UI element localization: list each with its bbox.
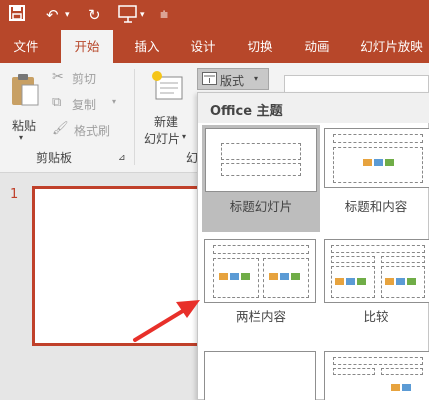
quick-access-toolbar: ↶ ▾ ↻ ▾ ⩧ [0, 0, 429, 30]
customize-qat-icon[interactable]: ⩧ [160, 5, 168, 25]
layout-preview [205, 128, 317, 192]
table-icon [335, 278, 344, 285]
layout-preview [324, 128, 429, 188]
layout-label: 版式 [220, 74, 245, 88]
smartart-icon [291, 273, 300, 280]
layout-preview [204, 239, 316, 303]
title-placeholder [333, 134, 423, 143]
chevron-down-icon: ▾ [112, 97, 117, 106]
paste-button[interactable]: 粘贴 ▾ [6, 71, 44, 143]
layout-two-content[interactable]: 两栏内容 [202, 236, 320, 324]
layout-section-header[interactable] [202, 348, 320, 400]
layout-title-only[interactable] [322, 348, 429, 400]
title-placeholder [331, 245, 425, 253]
paste-label: 粘贴 [12, 119, 37, 133]
left-heading-placeholder [331, 256, 375, 263]
dialog-launcher-icon[interactable]: ⊿ [118, 153, 126, 163]
layout-title-and-content[interactable]: 标题和内容 [322, 125, 429, 232]
subtitle-placeholder [221, 163, 301, 176]
chevron-down-icon: ▾ [19, 133, 24, 142]
tab-home[interactable]: 开始 [61, 30, 113, 64]
clipboard-icon [10, 73, 40, 110]
new-slide-icon [150, 69, 184, 106]
tab-animations[interactable]: 动画 [294, 30, 340, 63]
copy-label: 复制 [72, 98, 97, 112]
chevron-down-icon[interactable]: ▾ [65, 5, 70, 25]
copy-icon: ⧉ [52, 95, 62, 110]
table-icon [385, 278, 394, 285]
redo-icon[interactable]: ↻ [88, 5, 101, 25]
chart-icon [346, 278, 355, 285]
copy-button[interactable]: ⧉ 复制 ▾ [52, 95, 122, 113]
group-separator [134, 69, 135, 165]
table-icon [219, 273, 228, 280]
layout-label: 比较 [363, 309, 389, 324]
layout-label: 两栏内容 [235, 309, 286, 324]
layout-preview [204, 351, 316, 400]
new-slide-button[interactable]: 新建 幻灯片 ▾ [142, 69, 194, 147]
chart-icon [374, 159, 383, 166]
format-painter-label: 格式刷 [74, 124, 111, 138]
tab-file[interactable]: 文件 [4, 30, 48, 63]
cut-label: 剪切 [72, 72, 97, 86]
slide-thumbnail[interactable] [32, 186, 212, 346]
chevron-down-icon: ▾ [254, 74, 259, 83]
smartart-icon [385, 159, 394, 166]
paintbrush-icon: 🖌 [52, 121, 69, 136]
right-heading-placeholder [381, 256, 425, 263]
save-icon[interactable] [9, 5, 25, 26]
tab-design[interactable]: 设计 [180, 30, 226, 63]
tab-insert[interactable]: 插入 [124, 30, 170, 63]
layout-gallery: Office 主题 标题幻灯片 标题和内容 两栏内容 比较 [197, 92, 429, 400]
chevron-down-icon: ▾ [182, 132, 187, 141]
slide-number: 1 [10, 187, 19, 202]
title-placeholder [221, 143, 301, 160]
layout-button[interactable]: 版式 ▾ [197, 68, 269, 90]
heading-placeholder [333, 368, 375, 375]
chevron-down-icon[interactable]: ▾ [140, 5, 145, 25]
table-icon [391, 384, 400, 391]
chart-icon [402, 384, 411, 391]
format-painter-button[interactable]: 🖌 格式刷 [52, 121, 122, 139]
layout-comparison[interactable]: 比较 [322, 236, 429, 324]
cut-button[interactable]: ✂ 剪切 [52, 69, 112, 87]
layout-title-slide[interactable]: 标题幻灯片 [202, 125, 320, 232]
chart-icon [280, 273, 289, 280]
smartart-icon [241, 273, 250, 280]
gallery-section-title: Office 主题 [198, 93, 429, 123]
title-placeholder [333, 357, 423, 365]
layout-preview [324, 239, 429, 303]
tab-slideshow[interactable]: 幻灯片放映 [354, 30, 429, 63]
chart-icon [396, 278, 405, 285]
layout-preview [324, 351, 429, 400]
clipboard-group-label: 剪贴板 [36, 151, 73, 165]
undo-icon[interactable]: ↶ [46, 5, 59, 25]
scissors-icon: ✂ [52, 69, 64, 85]
tab-transitions[interactable]: 切换 [237, 30, 283, 63]
title-placeholder [213, 245, 309, 254]
table-icon [269, 273, 278, 280]
new-slide-label-line1: 新建 [154, 115, 179, 129]
layout-icon [202, 72, 217, 88]
heading-placeholder [381, 368, 423, 375]
layout-label: 标题幻灯片 [229, 199, 293, 214]
chart-icon [230, 273, 239, 280]
present-from-start-icon[interactable] [118, 5, 138, 28]
smartart-icon [357, 278, 366, 285]
new-slide-label-line2: 幻灯片 [144, 132, 181, 146]
table-icon [363, 159, 372, 166]
ribbon-tabs: 文件 开始 插入 设计 切换 动画 幻灯片放映 [0, 30, 429, 64]
layout-label: 标题和内容 [344, 199, 408, 214]
smartart-icon [407, 278, 416, 285]
